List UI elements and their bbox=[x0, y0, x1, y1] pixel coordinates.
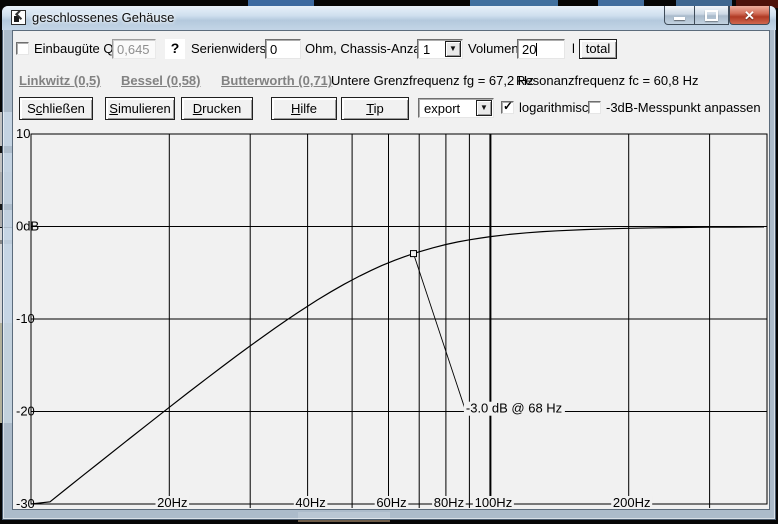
serienwiderstand-input[interactable]: 0 bbox=[265, 39, 301, 59]
y-tick-label: -30 bbox=[16, 496, 35, 509]
chassis-count-value: 1 bbox=[423, 42, 430, 58]
window-title: geschlossenes Gehäuse bbox=[32, 10, 174, 25]
export-value: export bbox=[424, 101, 460, 117]
minimize-button[interactable] bbox=[664, 6, 695, 25]
chassis-count-select[interactable]: 1 ▼ bbox=[417, 39, 463, 59]
tip-button[interactable]: Tip bbox=[341, 97, 409, 120]
response-curve bbox=[31, 227, 764, 504]
export-select[interactable]: export ▼ bbox=[418, 98, 494, 118]
hilfe-button[interactable]: Hilfe bbox=[271, 97, 337, 120]
ohm-chassis-label: Ohm, Chassis-Anzahl bbox=[305, 39, 431, 59]
chevron-down-icon[interactable]: ▼ bbox=[476, 100, 492, 116]
liter-label: l bbox=[572, 39, 575, 59]
y-tick-label: -20 bbox=[16, 404, 35, 419]
title-bar[interactable]: geschlossenes Gehäuse ✕ bbox=[2, 6, 776, 30]
resonanzfrequenz-text: Resonanzfrequenz fc = 60,8 Hz bbox=[516, 71, 698, 91]
butterworth-link[interactable]: Butterworth (0,71) bbox=[221, 73, 332, 89]
client-area: Einbaugüte Qtc 0,645 ? Serienwiderstand … bbox=[12, 30, 770, 510]
x-tick-label: 60Hz bbox=[376, 495, 406, 509]
messpunkt-label: -3dB-Messpunkt anpassen bbox=[606, 98, 761, 118]
x-tick-label: 20Hz bbox=[157, 495, 187, 509]
close-button[interactable]: ✕ bbox=[729, 6, 770, 25]
qtc-checkbox[interactable] bbox=[16, 42, 29, 55]
logarithmisch-label: logarithmisch bbox=[519, 98, 596, 118]
linkwitz-link[interactable]: Linkwitz (0,5) bbox=[19, 73, 101, 89]
frequency-response-chart: 10 0dB -10 -20 -30 20Hz 40Hz 60Hz 80Hz 100Hz 200Hz… bbox=[13, 126, 769, 509]
app-window: geschlossenes Gehäuse ✕ Einbaugüte Qtc 0… bbox=[2, 6, 776, 520]
simulieren-button[interactable]: Simulieren bbox=[105, 97, 175, 120]
x-tick-label: 100Hz bbox=[475, 495, 513, 509]
x-tick-label: 200Hz bbox=[613, 495, 651, 509]
total-button[interactable]: total bbox=[579, 39, 617, 59]
text-caret bbox=[536, 43, 537, 56]
y-tick-label: -10 bbox=[16, 311, 35, 326]
close-icon: ✕ bbox=[744, 9, 755, 22]
qtc-label: Einbaugüte Qtc bbox=[34, 39, 124, 59]
y-tick-label: 0dB bbox=[16, 219, 39, 234]
chevron-down-icon[interactable]: ▼ bbox=[445, 41, 461, 57]
x-tick-label: 80Hz bbox=[434, 495, 464, 509]
maximize-button[interactable] bbox=[695, 6, 729, 25]
marker-handle[interactable] bbox=[411, 251, 417, 257]
volumen-label: Volumen bbox=[468, 39, 519, 59]
x-tick-label: 40Hz bbox=[295, 495, 325, 509]
minimize-icon bbox=[674, 17, 685, 20]
bessel-link[interactable]: Bessel (0,58) bbox=[121, 73, 201, 89]
app-icon bbox=[11, 10, 26, 25]
volumen-input[interactable]: 20 bbox=[517, 39, 565, 59]
maximize-icon bbox=[705, 10, 718, 21]
drucken-button[interactable]: Drucken bbox=[181, 97, 253, 120]
grenzfrequenz-text: Untere Grenzfrequenz fg = 67,2 Hz bbox=[331, 71, 534, 91]
logarithmisch-checkbox[interactable] bbox=[501, 101, 514, 114]
messpunkt-checkbox[interactable] bbox=[588, 101, 601, 114]
y-tick-label: 10 bbox=[16, 126, 30, 141]
marker-leader-line bbox=[415, 257, 465, 409]
qtc-input[interactable]: 0,645 bbox=[112, 39, 156, 59]
help-button[interactable]: ? bbox=[165, 39, 185, 59]
schliessen-button[interactable]: Schließen bbox=[19, 97, 93, 120]
marker-annotation: -3.0 dB @ 68 Hz bbox=[466, 401, 562, 416]
